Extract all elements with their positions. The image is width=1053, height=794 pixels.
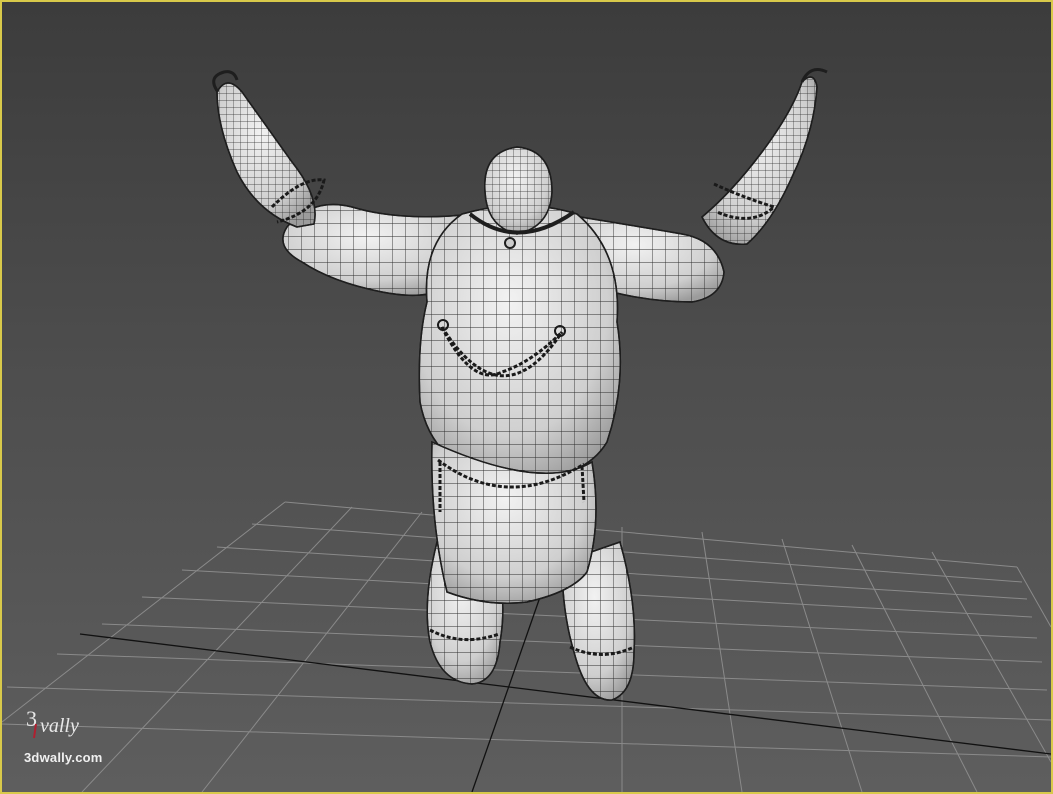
3wally-logo: 3 vally	[26, 706, 79, 739]
perspective-viewport[interactable]: 3 vally 3dwally.com	[0, 0, 1053, 794]
character-mesh[interactable]	[212, 68, 828, 701]
svg-text:vally: vally	[40, 715, 79, 737]
watermark: 3 vally 3dwally.com	[24, 702, 144, 772]
viewport-scene	[2, 68, 1051, 792]
watermark-site: 3dwally.com	[24, 750, 103, 765]
